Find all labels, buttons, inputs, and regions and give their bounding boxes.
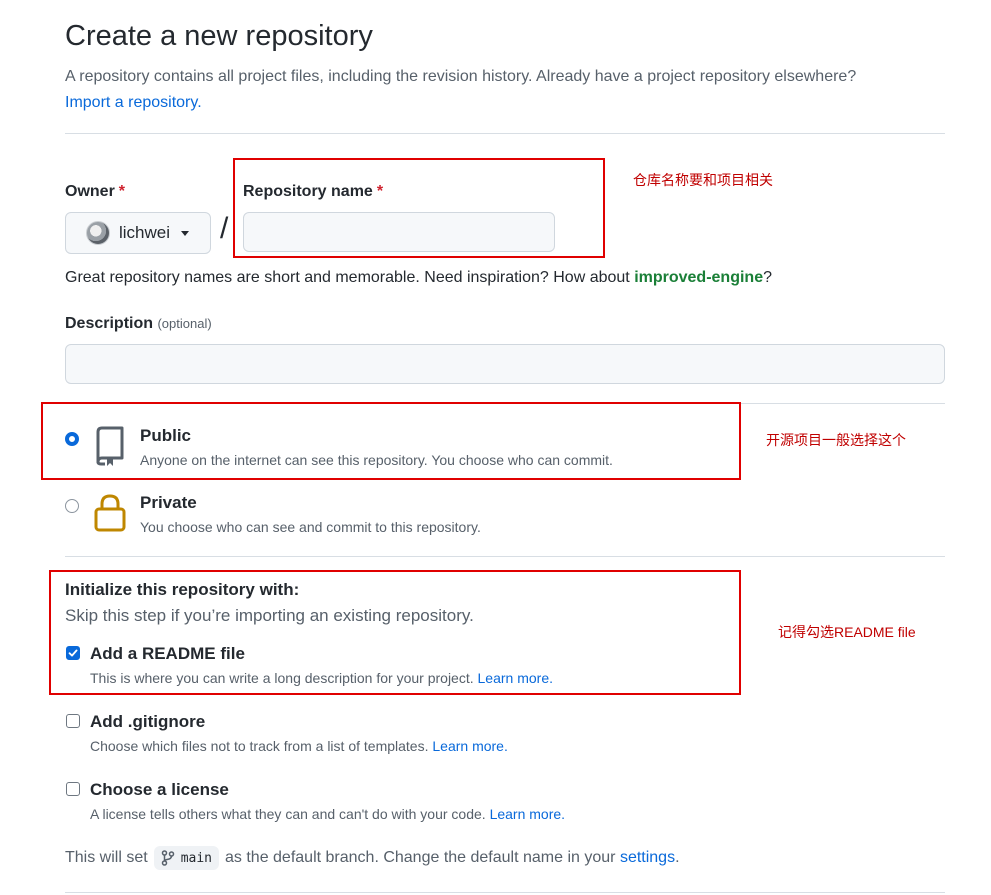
owner-select-button[interactable]: lichwei xyxy=(65,212,211,254)
footer-prefix: This will set xyxy=(65,849,148,866)
description-label-text: Description xyxy=(65,315,154,332)
suggested-name-link[interactable]: improved-engine xyxy=(634,269,763,286)
license-learn-more-link[interactable]: Learn more. xyxy=(490,806,565,822)
description-input[interactable] xyxy=(65,344,945,384)
gitignore-description: Choose which files not to track from a l… xyxy=(90,738,508,754)
gitignore-desc-text: Choose which files not to track from a l… xyxy=(90,738,429,754)
owner-repo-separator: / xyxy=(220,212,229,245)
public-description: Anyone on the internet can see this repo… xyxy=(140,452,613,468)
gitignore-learn-more-link[interactable]: Learn more. xyxy=(432,738,507,754)
readme-description: This is where you can write a long descr… xyxy=(90,670,553,686)
license-desc-text: A license tells others what they can and… xyxy=(90,806,486,822)
repo-book-icon xyxy=(96,426,124,466)
footer-suffix: . xyxy=(675,849,680,866)
readme-title: Add a README file xyxy=(90,644,245,663)
gitignore-checkbox[interactable] xyxy=(66,714,80,728)
init-section-subtitle: Skip this step if you’re importing an ex… xyxy=(65,606,474,625)
repo-name-hint: Great repository names are short and mem… xyxy=(65,269,772,287)
avatar xyxy=(86,221,110,245)
git-branch-icon xyxy=(161,850,174,866)
annotation-box-repo-name xyxy=(233,158,605,258)
private-description: You choose who can see and commit to thi… xyxy=(140,519,481,535)
public-radio[interactable] xyxy=(65,432,79,446)
lock-icon xyxy=(94,494,126,532)
annotation-readme: 记得勾选README file xyxy=(778,622,916,642)
divider xyxy=(65,892,945,893)
license-description: A license tells others what they can and… xyxy=(90,806,565,822)
init-section-title: Initialize this repository with: xyxy=(65,580,300,599)
branch-name: main xyxy=(180,850,212,866)
footer-middle: as the default branch. Change the defaul… xyxy=(225,849,616,866)
page-title: Create a new repository xyxy=(65,20,373,52)
settings-link[interactable]: settings xyxy=(620,849,675,867)
license-checkbox[interactable] xyxy=(66,782,80,796)
owner-label-text: Owner xyxy=(65,183,115,200)
owner-name: lichwei xyxy=(119,223,171,242)
default-branch-note: This will set main as the default branch… xyxy=(65,846,680,870)
readme-desc-text: This is where you can write a long descr… xyxy=(90,670,474,686)
private-radio[interactable] xyxy=(65,499,79,513)
divider xyxy=(65,133,945,134)
page-subtitle: A repository contains all project files,… xyxy=(65,64,945,116)
public-title: Public xyxy=(140,426,192,445)
readme-learn-more-link[interactable]: Learn more. xyxy=(478,670,553,686)
description-label: Description (optional) xyxy=(65,315,212,333)
annotation-public: 开源项目一般选择这个 xyxy=(766,432,906,448)
required-mark: * xyxy=(118,183,126,200)
gitignore-title: Add .gitignore xyxy=(90,712,206,731)
owner-label: Owner * xyxy=(65,183,125,201)
license-title: Choose a license xyxy=(90,780,229,799)
divider xyxy=(65,556,945,557)
hint-tail: ? xyxy=(763,269,772,286)
branch-chip: main xyxy=(153,846,219,870)
hint-text: Great repository names are short and mem… xyxy=(65,269,635,286)
caret-down-icon xyxy=(181,230,190,236)
annotation-repo-name: 仓库名称要和项目相关 xyxy=(633,172,773,188)
subtitle-text: A repository contains all project files,… xyxy=(65,68,857,85)
check-icon xyxy=(68,649,78,657)
private-title: Private xyxy=(140,493,197,512)
annotation-readme-text: 记得勾选README file xyxy=(778,624,916,640)
readme-checkbox[interactable] xyxy=(66,646,80,660)
optional-tag: (optional) xyxy=(157,316,212,331)
import-repository-link[interactable]: Import a repository. xyxy=(65,94,202,111)
